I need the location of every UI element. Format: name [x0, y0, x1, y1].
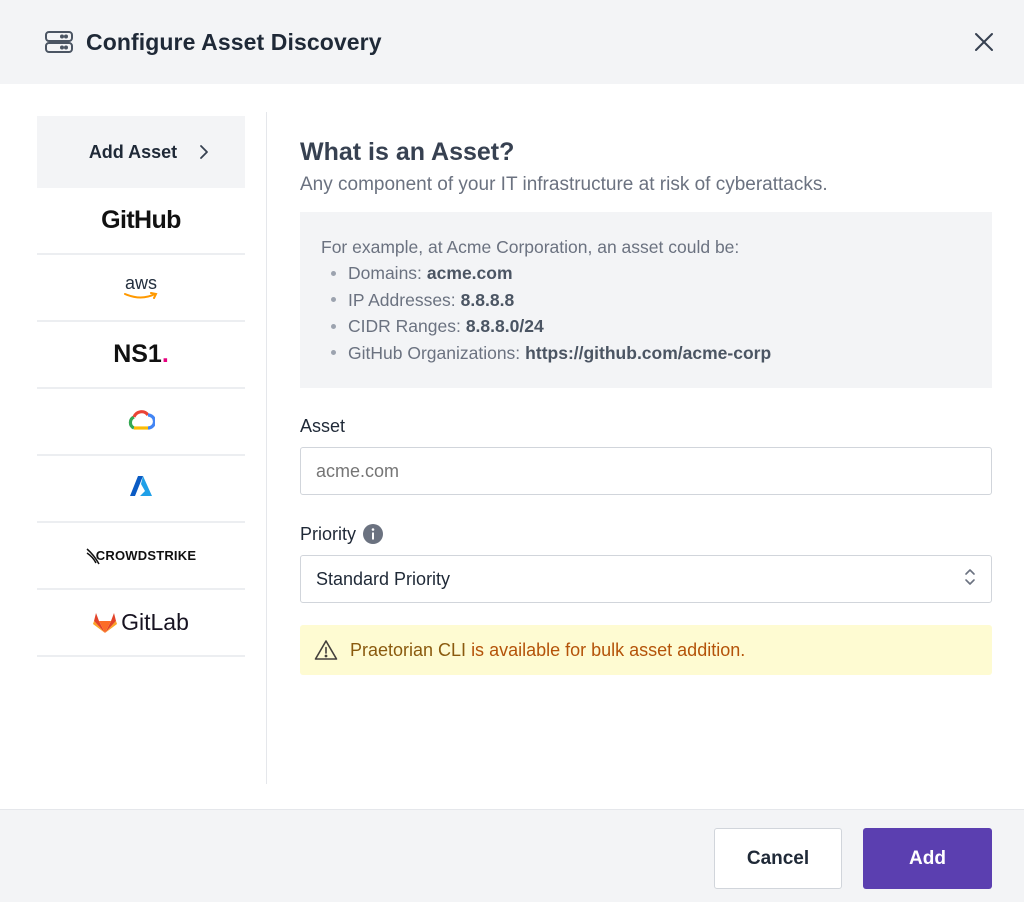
section-subtitle: Any component of your IT infrastructure …	[300, 174, 828, 195]
modal-footer: Cancel Add	[0, 809, 1024, 902]
sidebar-item-azure[interactable]	[37, 456, 245, 523]
priority-label-text: Priority	[300, 523, 357, 544]
gitlab-logo-text: GitLab	[121, 609, 189, 635]
configure-asset-discovery-modal: Configure Asset Discovery Add Asset GitH…	[0, 0, 1024, 902]
example-value: https://github.com/acme-corp	[525, 342, 772, 363]
asset-label: Asset	[300, 416, 992, 437]
example-value: 8.8.8.8	[460, 289, 515, 310]
list-item: Domains: acme.com	[331, 260, 972, 287]
list-item: IP Addresses: 8.8.8.8	[331, 287, 972, 314]
aws-logo-text: aws	[124, 273, 157, 293]
cli-warning-banner: Praetorian CLI is available for bulk ass…	[300, 625, 992, 675]
sidebar-item-label: Add Asset	[88, 141, 178, 162]
warning-triangle-icon	[314, 639, 338, 661]
modal-title: Configure Asset Discovery	[86, 28, 382, 55]
warning-text: is available for bulk asset addition.	[471, 639, 746, 660]
example-label: CIDR Ranges:	[348, 316, 461, 336]
sidebar-item-crowdstrike[interactable]: CROWDSTRIKE	[37, 523, 245, 590]
sidebar-item-github[interactable]: GitHub	[37, 188, 245, 255]
sidebar-item-aws[interactable]: aws	[37, 255, 245, 322]
aws-logo: aws	[123, 273, 159, 300]
ns1-dot: .	[161, 340, 169, 368]
priority-value: Standard Priority	[316, 568, 451, 589]
ns1-logo-text: NS1	[113, 340, 162, 368]
add-button[interactable]: Add	[863, 828, 992, 889]
bullet-dot	[331, 270, 336, 276]
section-heading: What is an Asset?	[300, 138, 515, 166]
close-icon[interactable]	[970, 28, 998, 56]
example-label: GitHub Organizations:	[348, 342, 521, 363]
priority-label: Priority	[300, 523, 992, 545]
bullet-dot	[331, 297, 336, 303]
sidebar-item-google-cloud[interactable]	[37, 389, 245, 456]
add-asset-panel: What is an Asset? Any component of your …	[300, 136, 992, 675]
crowdstrike-logo-text: CROWDSTRIKE	[95, 548, 197, 563]
example-box: For example, at Acme Corporation, an ass…	[300, 212, 992, 388]
praetorian-cli-link[interactable]: Praetorian CLI	[350, 640, 466, 661]
cancel-button[interactable]: Cancel	[714, 828, 842, 889]
bullet-dot	[331, 323, 336, 329]
google-cloud-icon	[127, 408, 157, 435]
bullet-dot	[331, 350, 336, 356]
example-list: Domains: acme.com IP Addresses: 8.8.8.8 CI…	[321, 260, 972, 366]
azure-icon	[129, 475, 153, 502]
sidebar-item-add-asset[interactable]: Add Asset	[37, 116, 245, 188]
gitlab-fox-icon	[93, 612, 118, 633]
asset-input[interactable]	[300, 447, 992, 495]
example-value: 8.8.8.0/24	[465, 316, 544, 336]
sidebar-item-ns1[interactable]: NS1.	[37, 322, 245, 389]
example-label: IP Addresses:	[348, 289, 456, 310]
example-intro: For example, at Acme Corporation, an ass…	[321, 237, 740, 257]
list-item: GitHub Organizations: https://github.com/…	[331, 340, 972, 367]
chevron-up-down-icon	[964, 568, 976, 591]
github-logo: GitHub	[101, 206, 181, 234]
asset-label-text: Asset	[300, 416, 346, 436]
ns1-logo: NS1.	[113, 340, 169, 369]
gitlab-logo: GitLab	[93, 609, 189, 636]
server-icon	[44, 29, 74, 55]
info-icon[interactable]	[362, 523, 384, 545]
chevron-right-icon	[199, 144, 209, 160]
example-value: acme.com	[426, 263, 513, 283]
integration-sidebar: Add Asset GitHub aws NS1. CROWDSTRIKE Gi…	[37, 116, 245, 657]
modal-header: Configure Asset Discovery	[0, 0, 1024, 84]
crowdstrike-logo: CROWDSTRIKE	[86, 547, 196, 565]
sidebar-divider	[266, 112, 267, 784]
list-item: CIDR Ranges: 8.8.8.0/24	[331, 313, 972, 340]
example-label: Domains:	[348, 263, 422, 283]
sidebar-item-gitlab[interactable]: GitLab	[37, 590, 245, 657]
priority-select[interactable]: Standard Priority	[300, 555, 992, 603]
